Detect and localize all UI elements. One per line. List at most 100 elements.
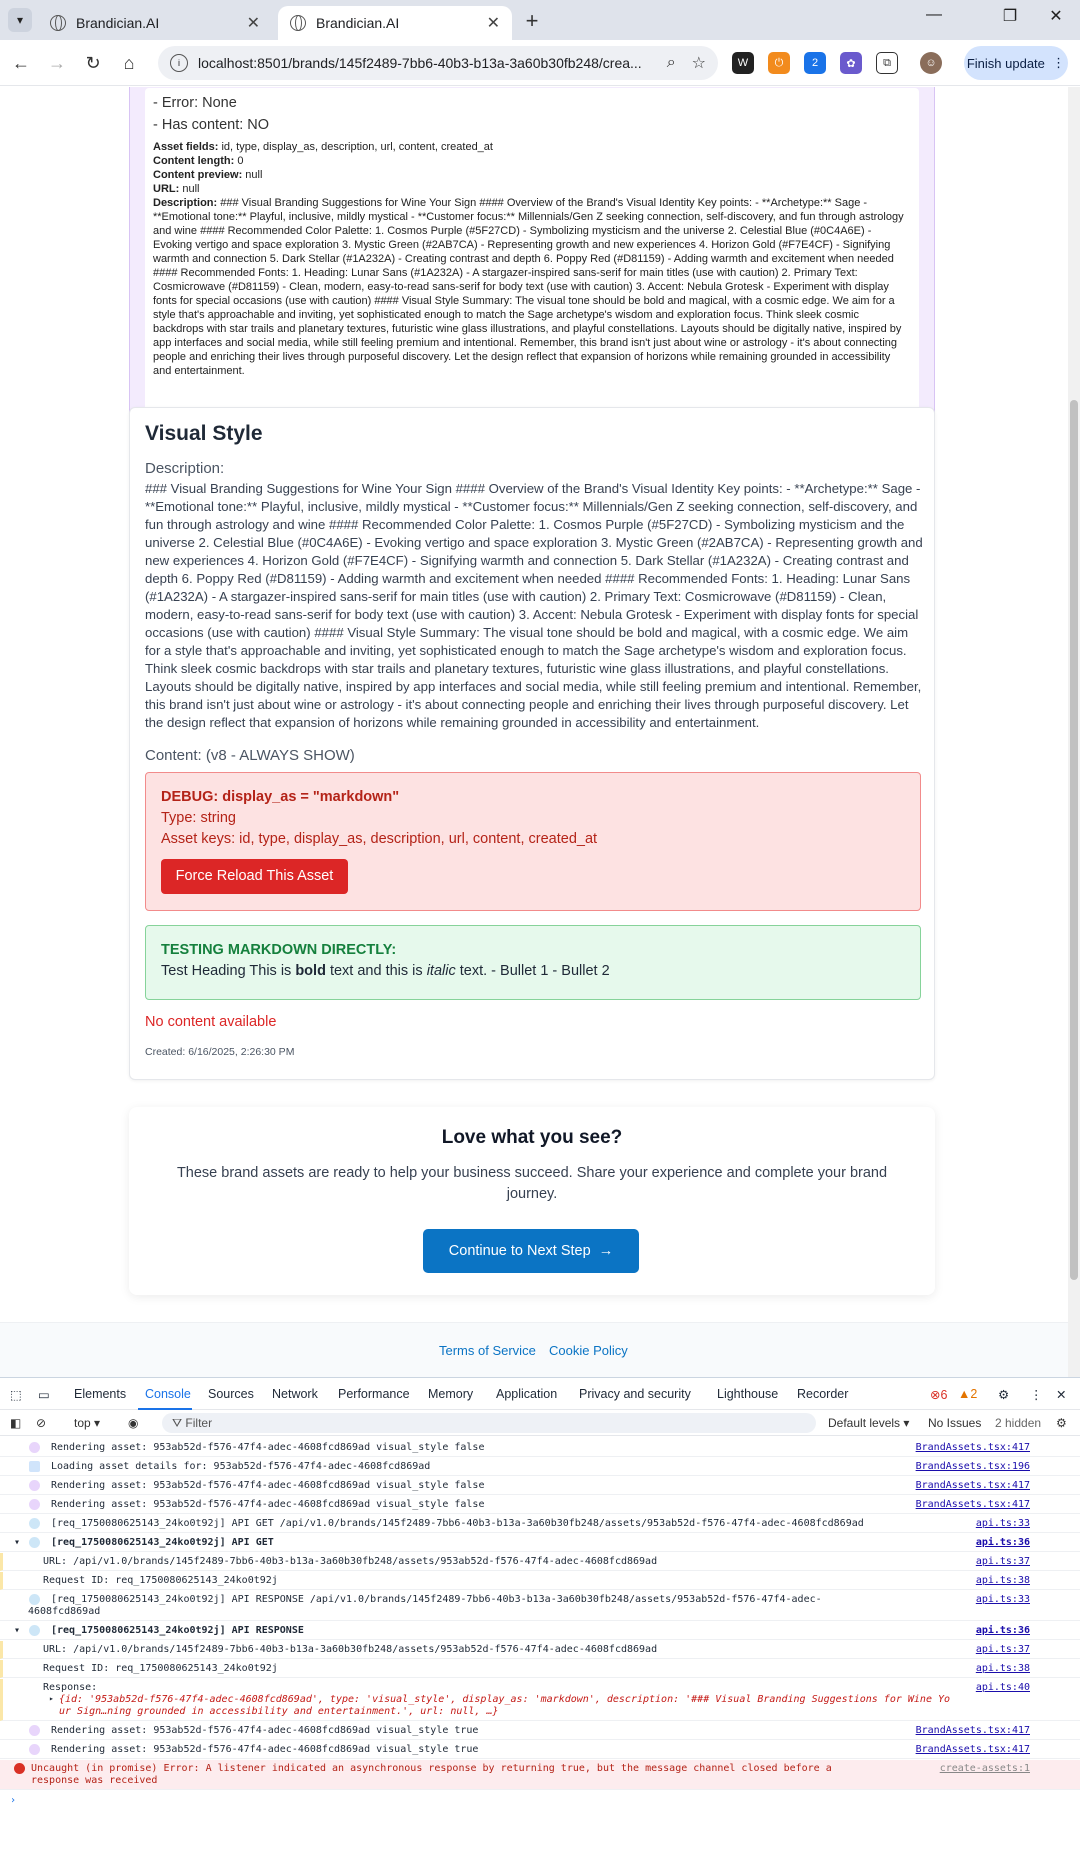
devtools-tab[interactable]: Network (272, 1387, 318, 1401)
extension-icon[interactable]: W (732, 52, 754, 74)
close-tab-icon[interactable]: ✕ (247, 13, 260, 33)
minimize-icon[interactable]: — (914, 6, 954, 24)
expand-triangle-icon[interactable]: ▾ (14, 1537, 20, 1548)
back-icon[interactable]: ← (8, 50, 34, 76)
home-icon[interactable]: ⌂ (116, 50, 142, 76)
devtools-tab[interactable]: Lighthouse (717, 1387, 778, 1401)
bookmark-star-icon[interactable]: ☆ (692, 53, 706, 73)
visual-style-card: Visual Style Description: ### Visual Bra… (129, 407, 935, 1080)
content-preview-label: Content preview: (153, 169, 243, 181)
extension-icon[interactable]: ✿ (840, 52, 862, 74)
console-text: Request ID: req_1750080625143_24ko0t92j (43, 1663, 278, 1674)
source-link[interactable]: BrandAssets.tsx:417 (916, 1442, 1030, 1453)
log-levels-select[interactable]: Default levels ▾ (828, 1416, 909, 1430)
close-window-icon[interactable]: ✕ (1036, 6, 1076, 26)
source-link[interactable]: api.ts:36 (976, 1625, 1030, 1636)
devtools-tab[interactable]: Performance (338, 1387, 410, 1401)
description-text: ### Visual Branding Suggestions for Wine… (145, 481, 923, 730)
context-select[interactable]: top ▾ (74, 1416, 100, 1430)
extension-icon[interactable]: ⏻ (768, 52, 790, 74)
source-link[interactable]: api.ts:38 (976, 1575, 1030, 1586)
content-length-label: Content length: (153, 155, 235, 167)
devtools-tab[interactable]: Memory (428, 1387, 473, 1401)
new-tab-icon[interactable]: + (520, 8, 544, 34)
sidebar-toggle-icon[interactable]: ◧ (10, 1416, 21, 1430)
devtools-tab[interactable]: Elements (74, 1387, 126, 1401)
source-link[interactable]: api.ts:33 (976, 1518, 1030, 1529)
url-line: URL: null (153, 182, 911, 196)
extensions-puzzle-icon[interactable]: ⧉ (876, 52, 898, 74)
source-link[interactable]: create-assets:1 (940, 1763, 1030, 1774)
source-link[interactable]: api.ts:37 (976, 1644, 1030, 1655)
cookie-policy-link[interactable]: Cookie Policy (549, 1343, 628, 1358)
console-text: [req_1750080625143_24ko0t92j] API RESPON… (51, 1594, 822, 1605)
console-text: Loading asset details for: 953ab52d-f576… (51, 1461, 431, 1472)
zoom-icon[interactable]: ⌕ (667, 54, 676, 72)
devtools-tab-active[interactable]: Console (145, 1387, 191, 1401)
description-line: Description: ### Visual Branding Suggest… (153, 196, 911, 378)
devtools-tab[interactable]: Application (496, 1387, 557, 1401)
address-bar[interactable]: i localhost:8501/brands/145f2489-7bb6-40… (158, 46, 718, 80)
device-toggle-icon[interactable]: ▭ (38, 1387, 50, 1402)
force-reload-button[interactable]: Force Reload This Asset (161, 859, 348, 894)
md-text: Test Heading This is (161, 963, 296, 979)
more-menu-icon[interactable]: ⋮ (1030, 1387, 1043, 1402)
console-error: Uncaught (in promise) Error: A listener … (0, 1760, 1080, 1790)
issues-label[interactable]: No Issues (928, 1416, 981, 1430)
expand-triangle-icon[interactable]: ▸ (49, 1694, 54, 1703)
scrollbar-thumb[interactable] (1070, 400, 1078, 1280)
console-prompt-icon[interactable]: › (10, 1795, 16, 1806)
settings-gear-icon[interactable]: ⚙ (998, 1387, 1009, 1402)
tab-list-button[interactable]: ▾ (8, 8, 32, 32)
inspect-icon[interactable]: ⬚ (10, 1387, 22, 1402)
console-line: Request ID: req_1750080625143_24ko0t92j a… (0, 1572, 1080, 1590)
source-link[interactable]: BrandAssets.tsx:417 (916, 1499, 1030, 1510)
browser-tab-active[interactable]: Brandician.AI ✕ (278, 6, 512, 40)
eye-icon[interactable]: ◉ (128, 1416, 138, 1430)
restore-icon[interactable]: ❐ (990, 6, 1030, 26)
source-link[interactable]: api.ts:33 (976, 1594, 1030, 1605)
continue-button[interactable]: Continue to Next Step → (423, 1229, 639, 1273)
globe-icon (29, 1625, 40, 1636)
page-scrollbar[interactable] (1068, 87, 1080, 1377)
debug-alert-title: DEBUG: display_as = "markdown" (161, 789, 400, 805)
devtools-tab[interactable]: Privacy and security (579, 1387, 691, 1401)
avatar[interactable]: ☺ (920, 52, 942, 74)
forward-icon[interactable]: → (44, 50, 70, 76)
debug-alert-keys: Asset keys: id, type, display_as, descri… (161, 831, 598, 847)
source-link[interactable]: api.ts:36 (976, 1537, 1030, 1548)
source-link[interactable]: api.ts:38 (976, 1663, 1030, 1674)
console-group[interactable]: ▾ [req_1750080625143_24ko0t92j] API RESPO… (0, 1622, 1080, 1640)
error-count-icon[interactable]: ⊗6 (930, 1387, 947, 1402)
close-tab-icon[interactable]: ✕ (487, 13, 500, 33)
reload-icon[interactable]: ↻ (80, 50, 106, 76)
devtools-tab[interactable]: Recorder (797, 1387, 848, 1401)
expand-triangle-icon[interactable]: ▾ (14, 1625, 20, 1636)
terms-link[interactable]: Terms of Service (439, 1343, 536, 1358)
response-object[interactable]: {id: '953ab52d-f576-47f4-adec-4608fcd869… (59, 1694, 950, 1705)
log-icon (29, 1725, 40, 1736)
console-text: Uncaught (in promise) Error: A listener … (31, 1763, 832, 1774)
console-filter-input[interactable]: ⛛ Filter (162, 1413, 816, 1433)
browser-tab[interactable]: Brandician.AI ✕ (38, 6, 272, 40)
clear-console-icon[interactable]: ⊘ (36, 1416, 46, 1430)
warning-count-icon[interactable]: ▲2 (958, 1387, 977, 1401)
source-link[interactable]: BrandAssets.tsx:417 (916, 1725, 1030, 1736)
close-devtools-icon[interactable]: ✕ (1056, 1387, 1066, 1402)
console-settings-icon[interactable]: ⚙ (1056, 1416, 1067, 1430)
source-link[interactable]: BrandAssets.tsx:417 (916, 1744, 1030, 1755)
devtools-tab[interactable]: Sources (208, 1387, 254, 1401)
description-value: ### Visual Branding Suggestions for Wine… (153, 197, 904, 377)
site-info-icon[interactable]: i (170, 54, 188, 72)
source-link[interactable]: BrandAssets.tsx:196 (916, 1461, 1030, 1472)
finish-update-button[interactable]: Finish update ⋮ (964, 46, 1068, 80)
console-line: Request ID: req_1750080625143_24ko0t92j a… (0, 1660, 1080, 1678)
source-link[interactable]: BrandAssets.tsx:417 (916, 1480, 1030, 1491)
console-text: [req_1750080625143_24ko0t92j] API GET /a… (51, 1518, 864, 1529)
extension-badge-icon[interactable]: 2 (804, 52, 826, 74)
console-group[interactable]: ▾ [req_1750080625143_24ko0t92j] API GET ap… (0, 1534, 1080, 1552)
response-object[interactable]: ur Sign…ning grounded in accessibility a… (59, 1706, 499, 1717)
source-link[interactable]: api.ts:37 (976, 1556, 1030, 1567)
filter-placeholder: Filter (185, 1416, 213, 1430)
source-link[interactable]: api.ts:40 (976, 1682, 1030, 1693)
